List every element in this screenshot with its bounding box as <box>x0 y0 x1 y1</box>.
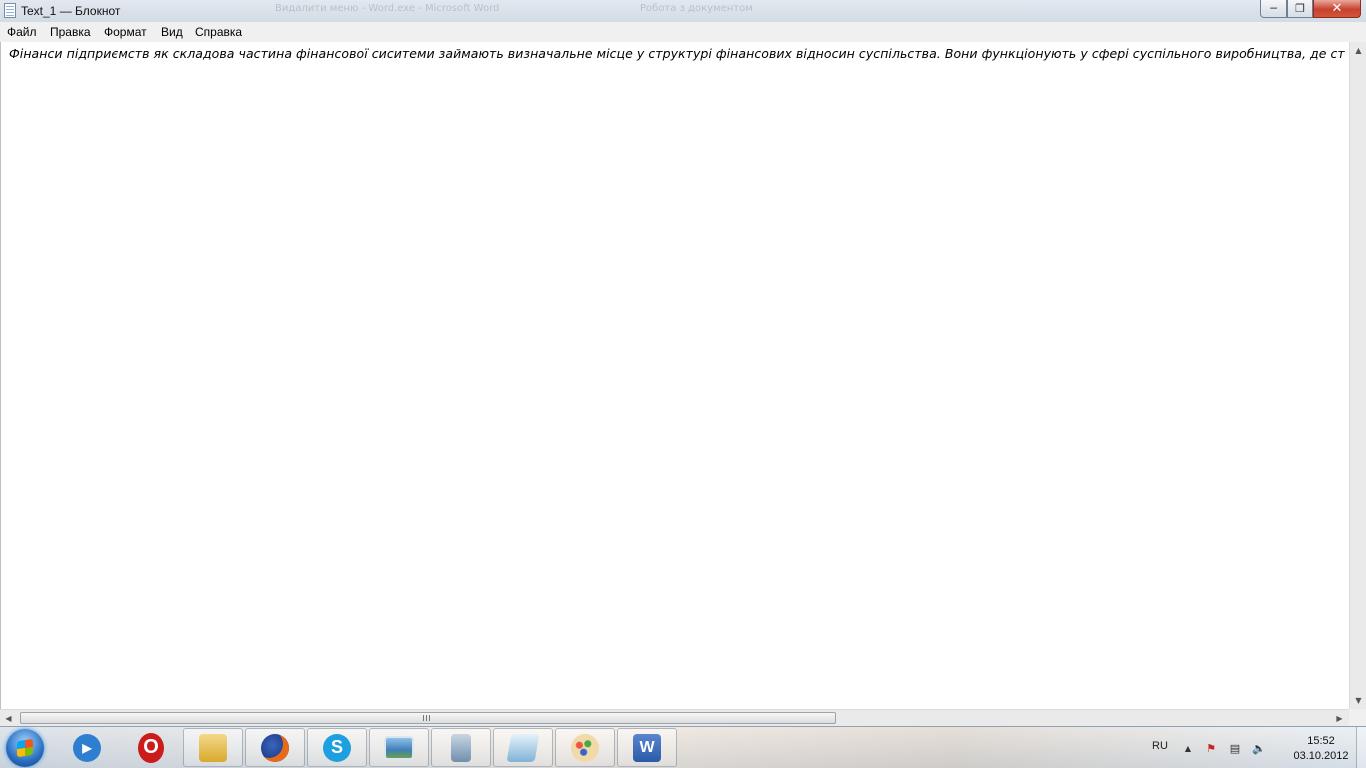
clock-time: 15:52 <box>1307 735 1335 747</box>
taskbar-media-player[interactable]: ▶ <box>57 728 117 767</box>
taskbar-calculator[interactable] <box>431 728 491 767</box>
minimize-icon: ─ <box>1270 2 1277 15</box>
horizontal-scroll-thumb[interactable] <box>20 712 836 724</box>
restore-icon: ❐ <box>1295 2 1305 15</box>
opera-icon: O <box>138 732 164 763</box>
action-center-icon[interactable]: ▤ <box>1228 741 1242 755</box>
close-button[interactable]: ✕ <box>1313 0 1361 18</box>
folder-icon <box>199 733 227 762</box>
taskbar-explorer[interactable] <box>183 728 243 767</box>
grip-icon <box>423 715 431 721</box>
calculator-icon <box>451 733 471 762</box>
taskbar-opera[interactable]: O <box>121 728 181 767</box>
taskbar-word[interactable]: W <box>617 728 677 767</box>
taskbar-photo-viewer[interactable] <box>369 728 429 767</box>
maximize-button[interactable]: ❐ <box>1287 0 1313 18</box>
volume-icon[interactable]: 🔈 <box>1252 741 1266 755</box>
taskbar: ▶ O S W RU ▲ ⚑ ▤ 🔈 15:52 03.10.2012 <box>0 726 1366 768</box>
scroll-right-arrow-icon[interactable]: ▶ <box>1331 710 1348 727</box>
notepad-taskbar-icon <box>506 733 540 762</box>
paint-icon <box>571 733 599 762</box>
taskbar-firefox[interactable] <box>245 728 305 767</box>
scrollbar-corner <box>1349 709 1366 726</box>
scroll-down-arrow-icon[interactable]: ▼ <box>1350 692 1366 709</box>
background-window-title-word: Видалити меню - Word.exe - Microsoft Wor… <box>275 3 500 14</box>
taskbar-paint[interactable] <box>555 728 615 767</box>
minimize-button[interactable]: ─ <box>1260 0 1287 18</box>
editor-content[interactable]: Фінанси підприємств як складова частина … <box>9 46 1345 61</box>
windows-logo-icon <box>17 738 33 758</box>
window-title: Text_1 — Блокнот <box>21 4 121 18</box>
text-editor[interactable]: Фінанси підприємств як складова частина … <box>0 42 1349 709</box>
scroll-up-arrow-icon[interactable]: ▲ <box>1350 42 1366 59</box>
taskbar-skype[interactable]: S <box>307 728 367 767</box>
show-desktop-button[interactable] <box>1356 727 1366 768</box>
network-warning-icon[interactable]: ⚑ <box>1204 741 1218 755</box>
menu-view[interactable]: Вид <box>161 25 183 39</box>
tray-expand-icon[interactable]: ▲ <box>1181 741 1195 755</box>
clock-date: 03.10.2012 <box>1293 750 1349 762</box>
horizontal-scrollbar[interactable]: ◀ ▶ <box>0 709 1349 726</box>
menu-help[interactable]: Справка <box>195 25 242 39</box>
menu-format[interactable]: Формат <box>104 25 147 39</box>
word-icon: W <box>633 733 661 762</box>
photo-viewer-icon <box>384 735 414 760</box>
menu-edit[interactable]: Правка <box>50 25 91 39</box>
title-bar[interactable]: Видалити меню - Word.exe - Microsoft Wor… <box>0 0 1366 23</box>
taskbar-notepad[interactable] <box>493 728 553 767</box>
language-indicator[interactable]: RU <box>1152 740 1168 752</box>
background-window-title-doc: Робота з документом <box>640 3 753 14</box>
notepad-icon[interactable] <box>4 3 16 18</box>
firefox-icon <box>261 733 289 762</box>
menu-file[interactable]: Файл <box>7 25 37 39</box>
close-icon: ✕ <box>1331 1 1343 16</box>
scroll-left-arrow-icon[interactable]: ◀ <box>0 710 17 727</box>
clock[interactable]: 15:52 03.10.2012 <box>1292 734 1350 764</box>
vertical-scrollbar[interactable]: ▲ ▼ <box>1349 42 1366 709</box>
start-button[interactable] <box>6 729 44 767</box>
menu-bar: Файл Правка Формат Вид Справка <box>0 22 1366 43</box>
media-player-icon: ▶ <box>73 733 101 762</box>
skype-icon: S <box>323 733 351 762</box>
